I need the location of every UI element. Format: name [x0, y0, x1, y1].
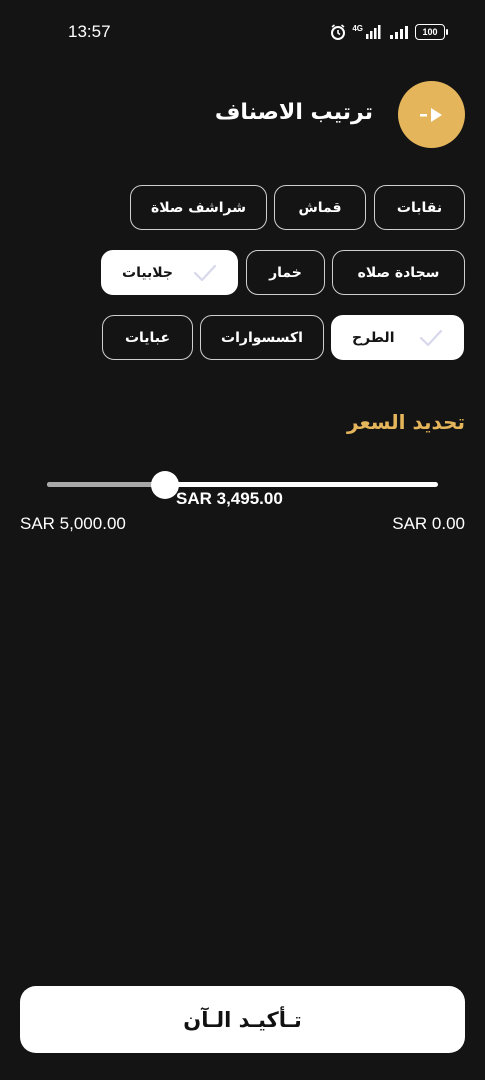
checkmark-icon — [193, 264, 217, 281]
back-arrow-icon — [419, 107, 442, 122]
back-button[interactable] — [398, 81, 465, 148]
category-chip-prayer-sheets[interactable]: شراشف صلاة — [130, 185, 267, 230]
confirm-button-label: تـأكيـد الـآن — [183, 1007, 302, 1032]
chip-label: الطرح — [352, 329, 395, 346]
chip-label: شراشف صلاة — [151, 199, 247, 216]
price-slider-value: SAR 3,495.00 — [176, 489, 283, 508]
chip-label: قماش — [298, 199, 342, 216]
network-type-label: 4G — [352, 23, 363, 33]
category-chip-jalabiyat[interactable]: جلابيات — [101, 250, 238, 295]
page-title: ترتيب الاصناف — [214, 100, 373, 125]
signal-icon — [390, 26, 408, 39]
chip-label: نقابات — [396, 199, 443, 216]
chip-label: عبايات — [124, 329, 171, 346]
battery-icon: 100 — [415, 24, 448, 40]
alarm-icon — [331, 24, 346, 40]
status-bar: 13:57 4G 100 — [0, 0, 485, 64]
category-chip-khimar[interactable]: خمار — [246, 250, 325, 295]
confirm-button[interactable]: تـأكيـد الـآن — [20, 986, 465, 1053]
chip-label: سجادة صلاه — [357, 264, 440, 281]
category-chip-abayas[interactable]: عبايات — [102, 315, 193, 360]
chip-label: خمار — [269, 264, 302, 281]
price-section-title: تحديد السعر — [347, 410, 465, 434]
price-slider-thumb[interactable] — [151, 471, 179, 499]
category-chip-tarha[interactable]: الطرح — [331, 315, 464, 360]
checkmark-icon — [419, 329, 443, 346]
chip-label: اكسسوارات — [221, 329, 303, 346]
battery-level: 100 — [422, 27, 438, 37]
category-chip-niqabat[interactable]: نقابات — [374, 185, 465, 230]
price-min-label: SAR 0.00 — [392, 514, 465, 533]
status-icons: 4G 100 — [330, 22, 448, 42]
category-chip-prayer-rug[interactable]: سجادة صلاه — [332, 250, 465, 295]
chip-label: جلابيات — [122, 264, 174, 281]
category-chip-accessories[interactable]: اكسسوارات — [200, 315, 324, 360]
price-slider-track-inactive — [47, 482, 165, 487]
price-max-label: SAR 5,000.00 — [20, 514, 126, 533]
signal-4g-icon — [366, 25, 381, 39]
category-chip-fabric[interactable]: قماش — [274, 185, 366, 230]
status-time: 13:57 — [68, 22, 111, 41]
